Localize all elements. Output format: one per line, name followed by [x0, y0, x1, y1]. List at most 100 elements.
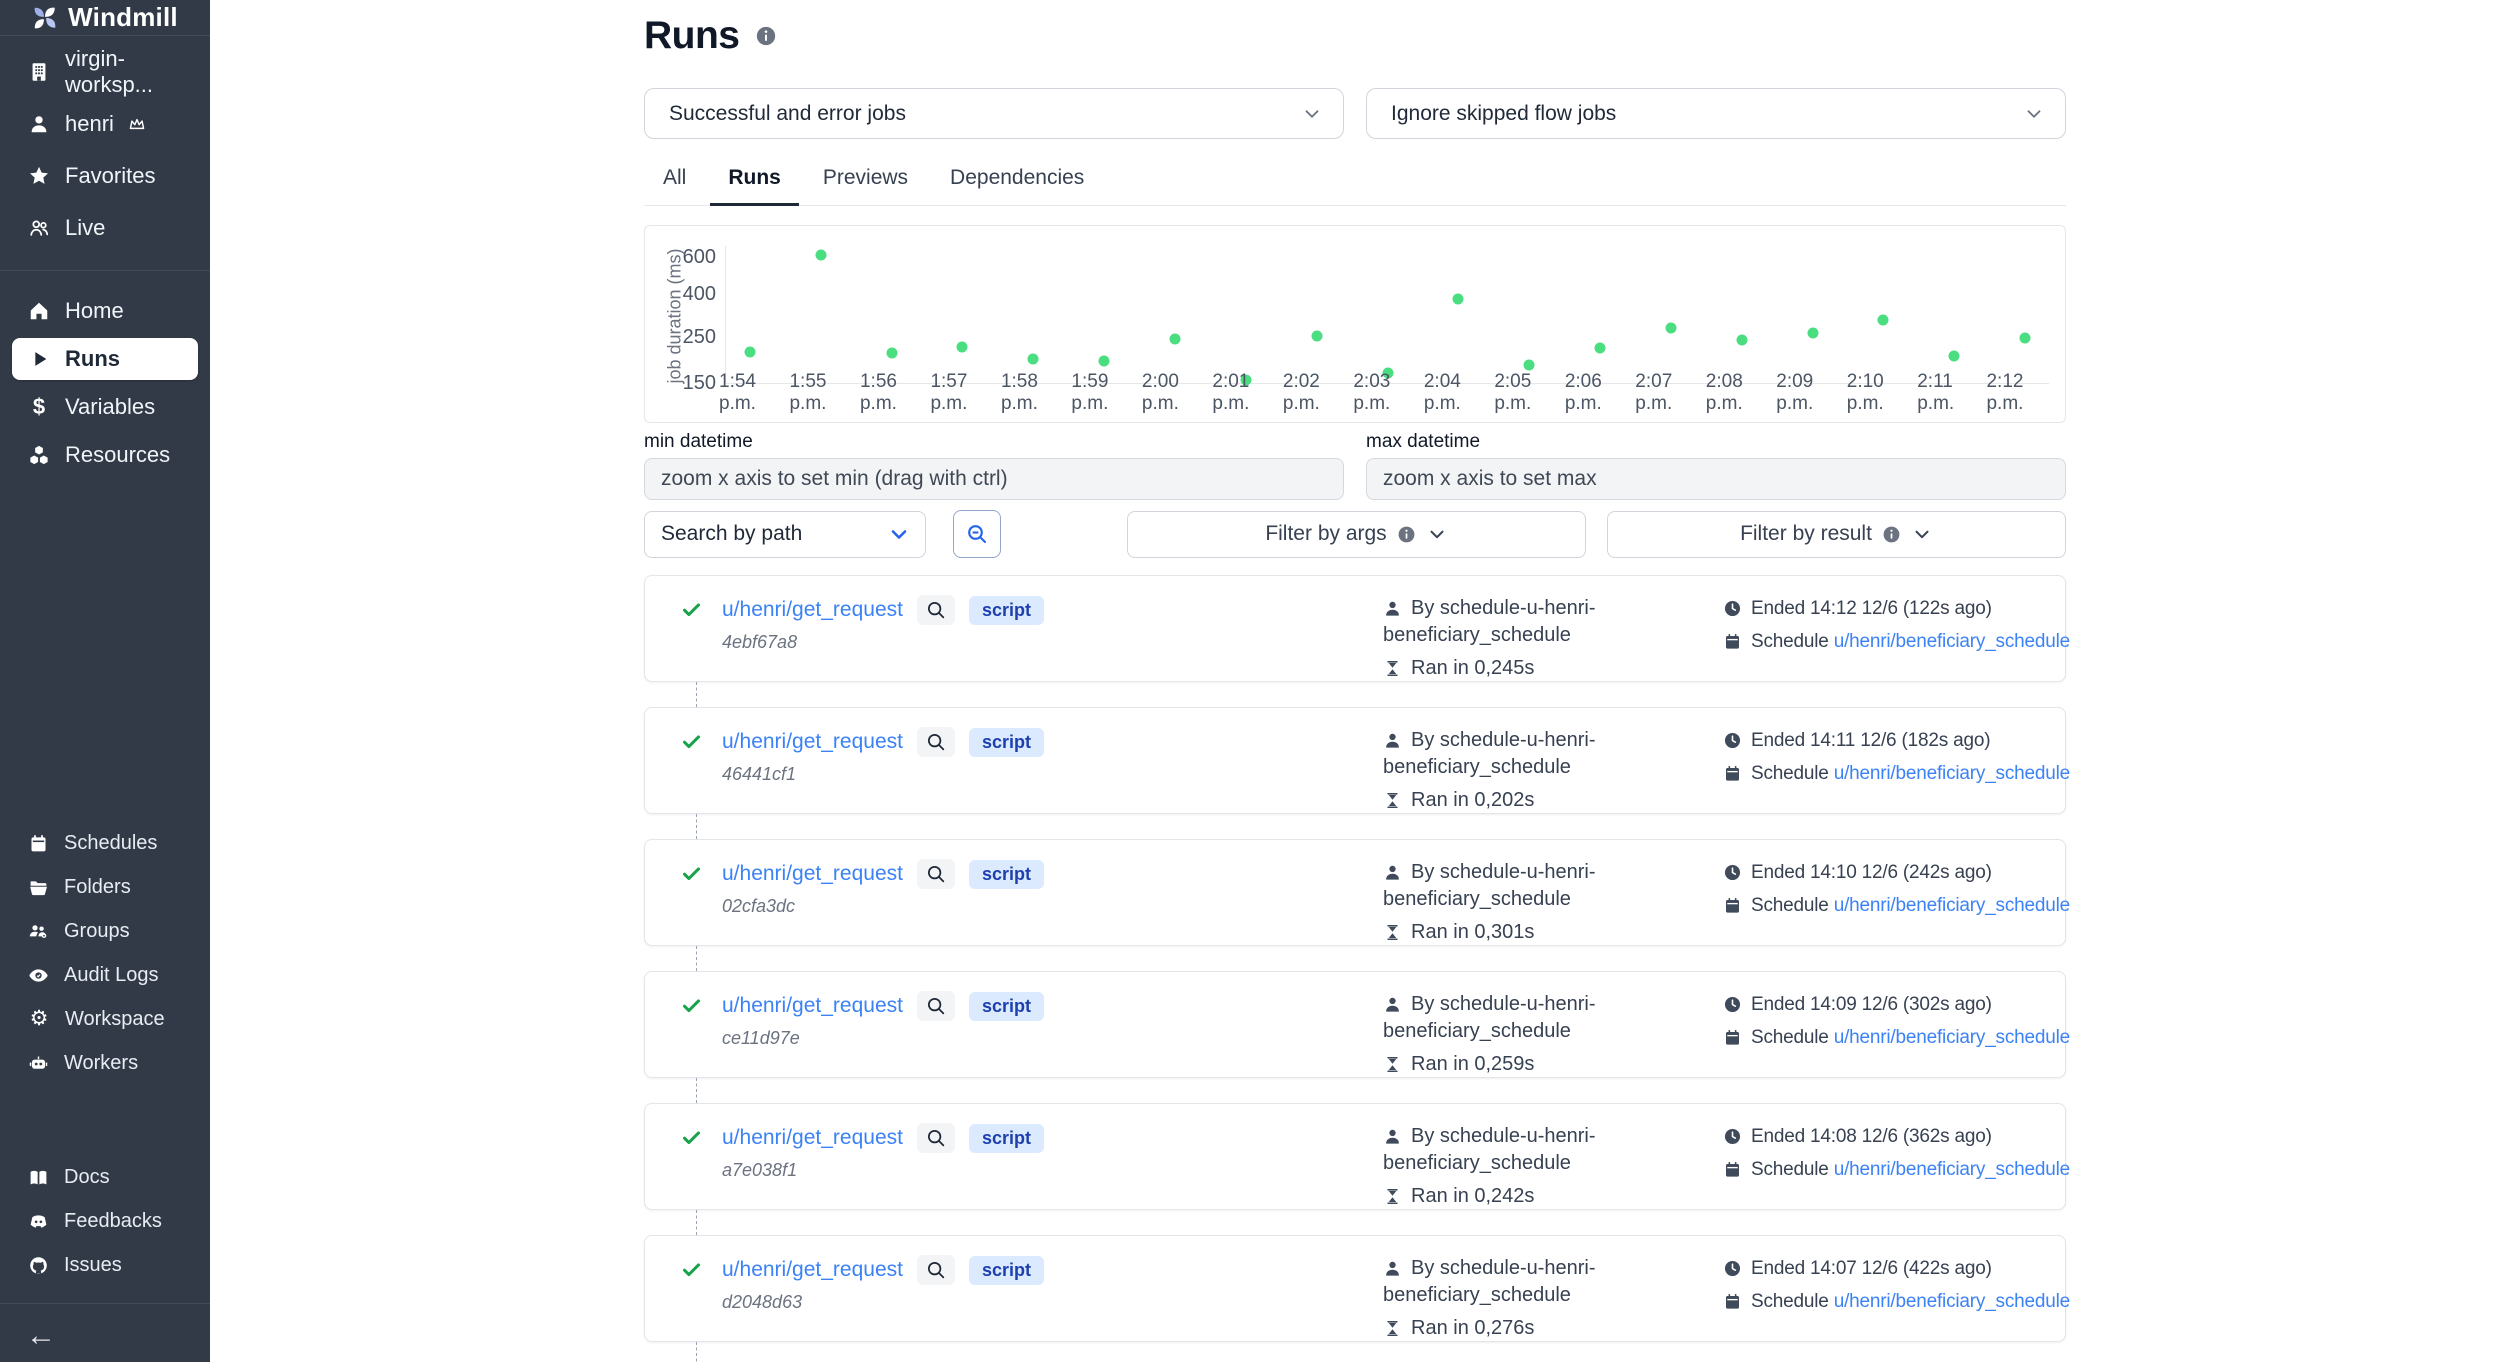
sidebar-item-variables[interactable]: $ Variables [0, 383, 210, 431]
run-schedule-link[interactable]: u/henri/beneficiary_schedule [1834, 895, 2070, 916]
scatter-point[interactable] [815, 250, 826, 261]
run-kind-badge: script [969, 728, 1044, 757]
sidebar-item-feedbacks[interactable]: Feedbacks [0, 1199, 210, 1243]
scatter-point[interactable] [1807, 328, 1818, 339]
filter-by-args-button[interactable]: Filter by args [1127, 511, 1586, 558]
scatter-point[interactable] [1169, 333, 1180, 344]
scatter-point[interactable] [886, 348, 897, 359]
sidebar-item-schedules[interactable]: Schedules [0, 821, 210, 865]
search-by-path-select[interactable]: Search by path [644, 511, 926, 558]
run-schedule-link[interactable]: u/henri/beneficiary_schedule [1834, 763, 2070, 784]
run-triggered-by: By schedule-u-henri-beneficiary_schedule [1383, 861, 1596, 910]
run-details-button[interactable] [917, 727, 955, 757]
run-path-link[interactable]: u/henri/get_request [722, 1258, 903, 1282]
search-button[interactable] [953, 510, 1001, 558]
run-path-link[interactable]: u/henri/get_request [722, 862, 903, 886]
scatter-point[interactable] [1028, 354, 1039, 365]
sidebar-item-folders[interactable]: Folders [0, 865, 210, 909]
tab-previews[interactable]: Previews [805, 166, 926, 206]
sidebar-item-runs[interactable]: Runs [12, 338, 198, 380]
calendar-icon [1723, 1028, 1742, 1047]
job-kind-select[interactable]: Successful and error jobs [644, 88, 1344, 139]
sidebar-item-docs[interactable]: Docs [0, 1155, 210, 1199]
run-schedule-link[interactable]: u/henri/beneficiary_schedule [1834, 1159, 2070, 1180]
x-tick-label: 1:58 p.m. [1001, 371, 1071, 415]
run-ended-at: Ended 14:07 12/6 (422s ago) [1751, 1258, 1992, 1279]
tab-runs[interactable]: Runs [710, 166, 799, 206]
run-card: u/henri/get_request script a7e038f1 By s… [644, 1103, 2066, 1210]
sidebar-item-live[interactable]: Live [0, 202, 210, 254]
sidebar-item-home[interactable]: Home [0, 287, 210, 335]
windmill-logo-icon [32, 5, 58, 31]
hourglass-icon [1383, 1055, 1402, 1074]
x-tick-label: 1:56 p.m. [860, 371, 930, 415]
scatter-point[interactable] [2020, 333, 2031, 344]
sidebar-item-workspace-settings[interactable]: ⚙ Workspace [0, 997, 210, 1041]
info-icon [1882, 525, 1901, 544]
run-path-link[interactable]: u/henri/get_request [722, 1126, 903, 1150]
run-details-button[interactable] [917, 1255, 955, 1285]
scatter-point[interactable] [1949, 350, 1960, 361]
info-icon[interactable] [755, 25, 777, 47]
run-schedule-link[interactable]: u/henri/beneficiary_schedule [1834, 1291, 2070, 1312]
tab-all[interactable]: All [645, 166, 704, 206]
scatter-point[interactable] [1736, 334, 1747, 345]
workspace-section: virgin-worksp... henri Favorites Live [0, 36, 210, 264]
run-details-button[interactable] [917, 991, 955, 1021]
scatter-point[interactable] [1453, 294, 1464, 305]
sidebar-item-resources[interactable]: Resources [0, 431, 210, 479]
run-schedule-link[interactable]: u/henri/beneficiary_schedule [1834, 1027, 2070, 1048]
collapse-sidebar-button[interactable]: ← [0, 1310, 210, 1362]
sidebar-item-groups[interactable]: Groups [0, 909, 210, 953]
scatter-point[interactable] [957, 341, 968, 352]
gear-icon: ⚙ [28, 1008, 50, 1030]
page-title: Runs [644, 14, 740, 58]
run-id: 02cfa3dc [722, 896, 1044, 917]
sidebar-item-audit-logs[interactable]: Audit Logs [0, 953, 210, 997]
logo-row[interactable]: Windmill [0, 0, 210, 36]
run-kind-badge: script [969, 1256, 1044, 1285]
x-tick-label: 1:55 p.m. [789, 371, 859, 415]
x-tick-label: 1:59 p.m. [1071, 371, 1141, 415]
run-details-button[interactable] [917, 859, 955, 889]
sidebar-item-label: Home [65, 298, 124, 324]
run-path-link[interactable]: u/henri/get_request [722, 598, 903, 622]
run-details-button[interactable] [917, 1123, 955, 1153]
filter-by-result-button[interactable]: Filter by result [1607, 511, 2066, 558]
sidebar-bottom: ← [0, 1297, 210, 1362]
duration-chart[interactable]: job duration (ms) 150250400600 1:54 p.m.… [644, 225, 2066, 423]
user-name: henri [65, 111, 114, 137]
run-path-link[interactable]: u/henri/get_request [722, 994, 903, 1018]
scatter-point[interactable] [1665, 322, 1676, 333]
sidebar-item-label: Workspace [65, 1008, 165, 1031]
run-id: 46441cf1 [722, 764, 1044, 785]
scatter-point[interactable] [744, 346, 755, 357]
scatter-point[interactable] [1524, 359, 1535, 370]
max-datetime-input[interactable] [1366, 458, 2066, 500]
sidebar-item-user[interactable]: henri [0, 98, 210, 150]
sidebar-item-label: Live [65, 215, 105, 241]
flow-jobs-select[interactable]: Ignore skipped flow jobs [1366, 88, 2066, 139]
run-connector [696, 682, 697, 707]
user-icon [28, 113, 50, 135]
tab-dependencies[interactable]: Dependencies [932, 166, 1102, 206]
sidebar-item-workers[interactable]: Workers [0, 1041, 210, 1085]
info-icon [1397, 525, 1416, 544]
run-duration: Ran in 0,276s [1411, 1317, 1534, 1339]
run-card: u/henri/get_request script 4ebf67a8 By s… [644, 575, 2066, 682]
user-icon [1383, 1259, 1402, 1278]
sidebar-item-favorites[interactable]: Favorites [0, 150, 210, 202]
run-schedule-link[interactable]: u/henri/beneficiary_schedule [1834, 631, 2070, 652]
run-path-link[interactable]: u/henri/get_request [722, 730, 903, 754]
users-icon [28, 217, 50, 239]
sidebar-item-issues[interactable]: Issues [0, 1243, 210, 1287]
run-details-button[interactable] [917, 595, 955, 625]
scatter-point[interactable] [1311, 330, 1322, 341]
sidebar-item-workspace-switcher[interactable]: virgin-worksp... [0, 46, 210, 98]
scatter-point[interactable] [1099, 356, 1110, 367]
scatter-point[interactable] [1878, 314, 1889, 325]
min-datetime-input[interactable] [644, 458, 1344, 500]
scatter-point[interactable] [1595, 342, 1606, 353]
run-card: u/henri/get_request script 46441cf1 By s… [644, 707, 2066, 814]
job-filter-row: Successful and error jobs Ignore skipped… [644, 88, 2066, 139]
